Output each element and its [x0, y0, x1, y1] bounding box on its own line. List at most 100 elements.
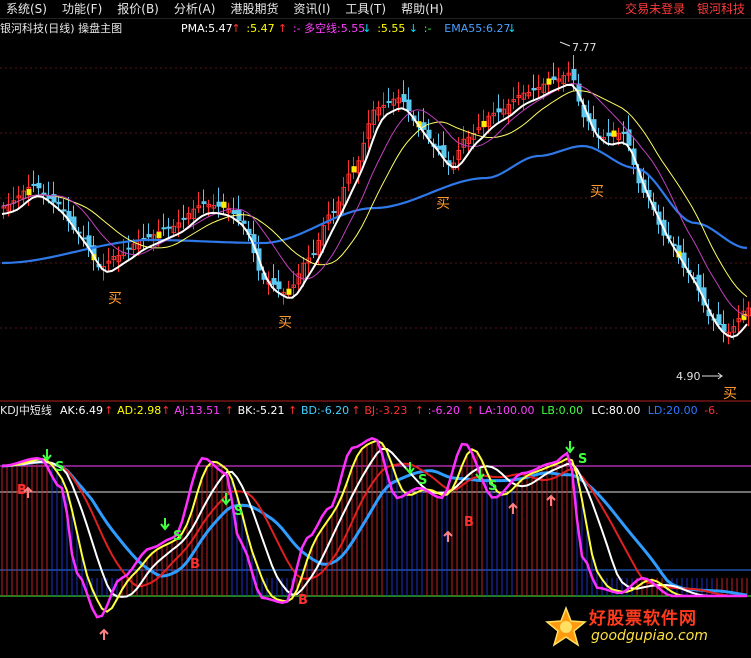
up-arrow-4 [546, 494, 556, 506]
sell-signal-1: S [173, 529, 182, 544]
candle-body [61, 209, 67, 212]
chart-area[interactable]: 银河科技(日线) 操盘主图 PMA:5.47↑:5.47 ↑:- 多空线:5.55… [0, 18, 751, 658]
indicator-arrow-2: ↑ [225, 404, 234, 417]
indicator-arrow-0: ↑ [104, 404, 113, 417]
menu-info[interactable]: 资讯(I) [287, 0, 339, 18]
candle-body [401, 94, 407, 103]
indicator-11: -6. [704, 404, 718, 417]
candle-highlight [611, 130, 617, 137]
menu-function[interactable]: 功能(F) [56, 0, 111, 18]
indicator-1: AD:2.98 [117, 404, 161, 417]
up-arrow-1 [99, 628, 109, 640]
buy-signal-3: 买 [590, 184, 604, 200]
kdj-magenta-line [1, 436, 747, 619]
candle-highlight [221, 201, 227, 208]
login-status[interactable]: 交易未登录 [625, 2, 685, 16]
indicator-arrow-1: ↑ [278, 22, 287, 35]
indicator-6: :-6.20 [428, 404, 460, 417]
candle-body [571, 68, 577, 81]
candle-body [201, 201, 207, 205]
candle-body [406, 99, 412, 111]
candle-body [126, 247, 132, 250]
status-area: 交易未登录 银河科技 [617, 0, 745, 18]
candle-body [531, 87, 537, 91]
candle-body [276, 281, 282, 290]
indicator-2: :- 多空线:5.55 [293, 21, 365, 35]
menu-quote[interactable]: 报价(B) [111, 0, 168, 18]
indicator-5: EMA55:6.27 [444, 22, 510, 35]
low-arrow [702, 372, 723, 380]
sell-signal-3: S [418, 473, 427, 488]
sell-arrow-0 [42, 449, 52, 462]
indicator-3: :5.55 [377, 22, 405, 35]
indicator-0: AK:6.49 [60, 404, 103, 417]
candle-body [331, 211, 337, 214]
buy-signal-2: 买 [436, 196, 450, 212]
indicator-arrow-5: ↑ [415, 404, 424, 417]
sell-arrow-1 [160, 518, 170, 531]
indicator-arrow-1: ↑ [161, 404, 170, 417]
candle-highlight [546, 78, 552, 85]
candle-body [231, 210, 237, 215]
sell-signal-2: S [234, 504, 243, 519]
sell-arrow-5 [565, 441, 575, 454]
menu-tools[interactable]: 工具(T) [339, 0, 395, 18]
indicator-10: LD:20.00 [648, 404, 698, 417]
menu-analysis[interactable]: 分析(A) [168, 0, 225, 18]
indicator-arrow-5: ↓ [507, 22, 516, 35]
candle-highlight [156, 232, 162, 239]
candle-highlight [26, 189, 32, 196]
indicator-9: LC:80.00 [591, 404, 640, 417]
high-arrow [559, 41, 571, 47]
indicator-arrow-6: ↑ [466, 404, 475, 417]
candle-body [311, 253, 317, 256]
buy-signal-b-2: B [298, 593, 308, 608]
buy-signal-4: 买 [723, 386, 737, 402]
candle-body [31, 183, 37, 187]
price-annotations: 7.77 4.90 [559, 41, 723, 383]
indicator-arrow-3: ↓ [409, 22, 418, 35]
candle-body [36, 182, 42, 189]
candle-body [386, 101, 392, 104]
menu-hk-futures[interactable]: 港股期货 [224, 0, 287, 18]
candle-body [496, 108, 502, 113]
indicator-4: BD:-6.20 [301, 404, 349, 417]
candle-body [216, 201, 222, 207]
watermark-url: goodgupiao.com [591, 628, 708, 644]
sub-panel-header: KDJ中短线 AK:6.49 ↑ AD:2.98 ↑ AJ:13.51 ↑ BK:-5.21… [0, 403, 719, 417]
indicator-arrow-4: ↑ [351, 404, 360, 417]
candle-body [621, 131, 627, 134]
candle-body [241, 220, 247, 224]
candle-body [181, 217, 187, 220]
candle-body [161, 227, 167, 230]
buy-signal-b-3: B [464, 515, 474, 530]
indicator-4: :- [424, 22, 432, 35]
indicator-7: LA:100.00 [479, 404, 535, 417]
indicator-2: AJ:13.51 [174, 404, 220, 417]
menu-system[interactable]: 系统(S) [0, 0, 56, 18]
watermark-logo [545, 606, 587, 647]
indicator-1: :5.47 [246, 22, 274, 35]
high-price-label: 7.77 [572, 41, 597, 54]
candle-highlight [481, 120, 487, 127]
candle-highlight [351, 166, 357, 173]
candle-body [166, 226, 172, 229]
menu-bar: 系统(S) 功能(F) 报价(B) 分析(A) 港股期货 资讯(I) 工具(T)… [0, 0, 751, 19]
sub-panel-title: KDJ中短线 [0, 403, 52, 417]
indicator-8: LB:0.00 [541, 404, 583, 417]
buy-signal-b-1: B [190, 557, 200, 572]
sell-signal-5: S [578, 452, 587, 467]
menu-help[interactable]: 帮助(H) [395, 0, 452, 18]
indicator-0: PMA:5.47 [181, 22, 233, 35]
candle-body [271, 278, 277, 285]
watermark-title: 好股票软件网 [589, 609, 697, 629]
indicator-arrow-0: ↑ [231, 22, 240, 35]
main-panel-title: 银河科技(日线) 操盘主图 [0, 21, 122, 35]
indicator-3: BK:-5.21 [238, 404, 285, 417]
candle-body [606, 132, 612, 137]
candle-body [551, 76, 557, 81]
sell-signal-0: S [55, 460, 64, 475]
up-arrow-3 [508, 502, 518, 514]
buy-signal-0: 买 [108, 291, 122, 307]
kdj-white-line [1, 448, 747, 598]
